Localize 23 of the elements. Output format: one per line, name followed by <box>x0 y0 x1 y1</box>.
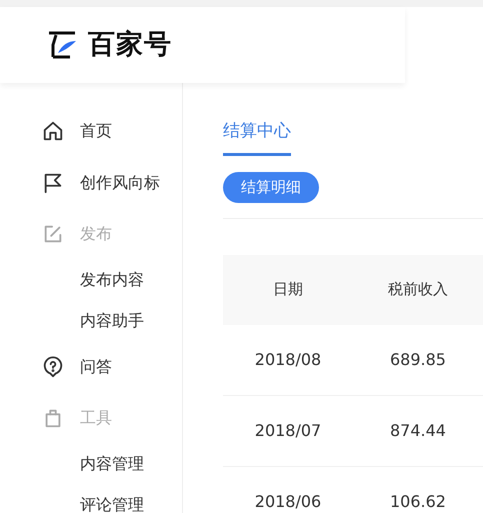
table-cell-text: 2018/06 <box>254 490 322 512</box>
sidebar-item[interactable]: 评论管理 <box>80 492 144 513</box>
sidebar-item[interactable]: 内容管理 <box>80 452 144 476</box>
column-header: 税前收入 <box>388 279 448 300</box>
table-cell-text: 106.62 <box>390 490 446 512</box>
sidebar-item[interactable]: 内容助手 <box>80 308 144 332</box>
flag-icon <box>42 172 64 194</box>
column-header: 日期 <box>273 279 303 300</box>
tab[interactable]: 结算中心 <box>223 119 291 156</box>
sidebar-item[interactable]: 问答 <box>80 355 112 379</box>
logo-text: 百家号 <box>88 28 172 62</box>
home-icon <box>42 120 64 142</box>
table-cell-text: 689.85 <box>390 348 446 370</box>
question-icon <box>42 356 64 378</box>
filter-pill[interactable]: 结算明细 <box>223 172 319 202</box>
table-cell-text: 2018/07 <box>254 420 322 442</box>
sidebar-item[interactable]: 首页 <box>80 119 112 143</box>
table-cell-text: 2018/08 <box>254 348 322 370</box>
edit-icon <box>42 223 64 245</box>
logo-icon <box>48 31 78 59</box>
table-cell-text: 874.44 <box>390 420 446 442</box>
sidebar-item[interactable]: 发布内容 <box>80 268 144 292</box>
sidebar-item[interactable]: 创作风向标 <box>80 171 160 195</box>
